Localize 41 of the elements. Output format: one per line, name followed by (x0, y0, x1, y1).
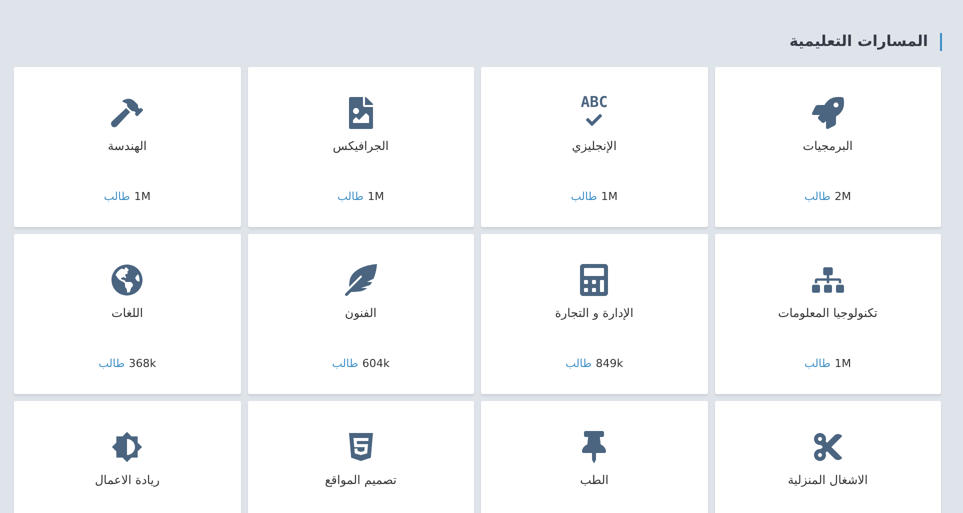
student-label: طالب (565, 356, 592, 372)
calculator-icon (578, 264, 610, 296)
track-name: الإنجليزي (572, 138, 617, 155)
student-count: 1M (134, 188, 151, 204)
student-count: 1M (601, 188, 618, 204)
scissors-icon (812, 431, 844, 463)
sitemap-icon (812, 264, 844, 296)
student-count: 604k (362, 356, 390, 372)
student-count: 2M (834, 188, 852, 204)
student-count: 368k (128, 356, 156, 372)
track-name: اللغات (111, 305, 144, 322)
track-name: الطب (580, 472, 609, 489)
student-count: 1M (834, 356, 852, 372)
student-label: طالب (804, 188, 831, 204)
track-name: تكنولوجيا المعلومات (778, 305, 878, 322)
student-count: 1M (368, 188, 384, 204)
track-name: الاشغال المنزلية (788, 472, 868, 489)
track-name: الجرافيكس (332, 138, 389, 155)
track-name: الإدارة و التجارة (555, 305, 634, 322)
student-label: طالب (104, 188, 130, 204)
student-label: طالب (804, 356, 831, 372)
track-card[interactable]: تصميم المواقع (248, 401, 474, 513)
track-name: الفنون (344, 305, 377, 322)
rocket-icon (812, 97, 844, 129)
student-label: طالب (337, 188, 364, 204)
student-count: 849k (596, 356, 624, 372)
section-title: المسارات التعليمية (789, 31, 928, 52)
track-name: البرمجيات (802, 138, 853, 155)
track-name: الهندسة (108, 138, 147, 155)
track-card[interactable]: الطب (481, 401, 708, 513)
track-card[interactable]: الاشغال المنزلية (714, 401, 941, 513)
student-label: طالب (570, 188, 598, 204)
track-name: تصميم المواقع (324, 472, 397, 489)
track-name: ريادة الاعمال (94, 472, 160, 489)
student-label: طالب (332, 356, 358, 372)
track-card[interactable]: ريادة الاعمال (14, 401, 240, 513)
feather-icon (344, 264, 377, 296)
hammer-icon (111, 97, 144, 129)
globe-icon (111, 264, 144, 296)
brightness-icon (111, 431, 144, 463)
student-label: طالب (98, 356, 125, 372)
